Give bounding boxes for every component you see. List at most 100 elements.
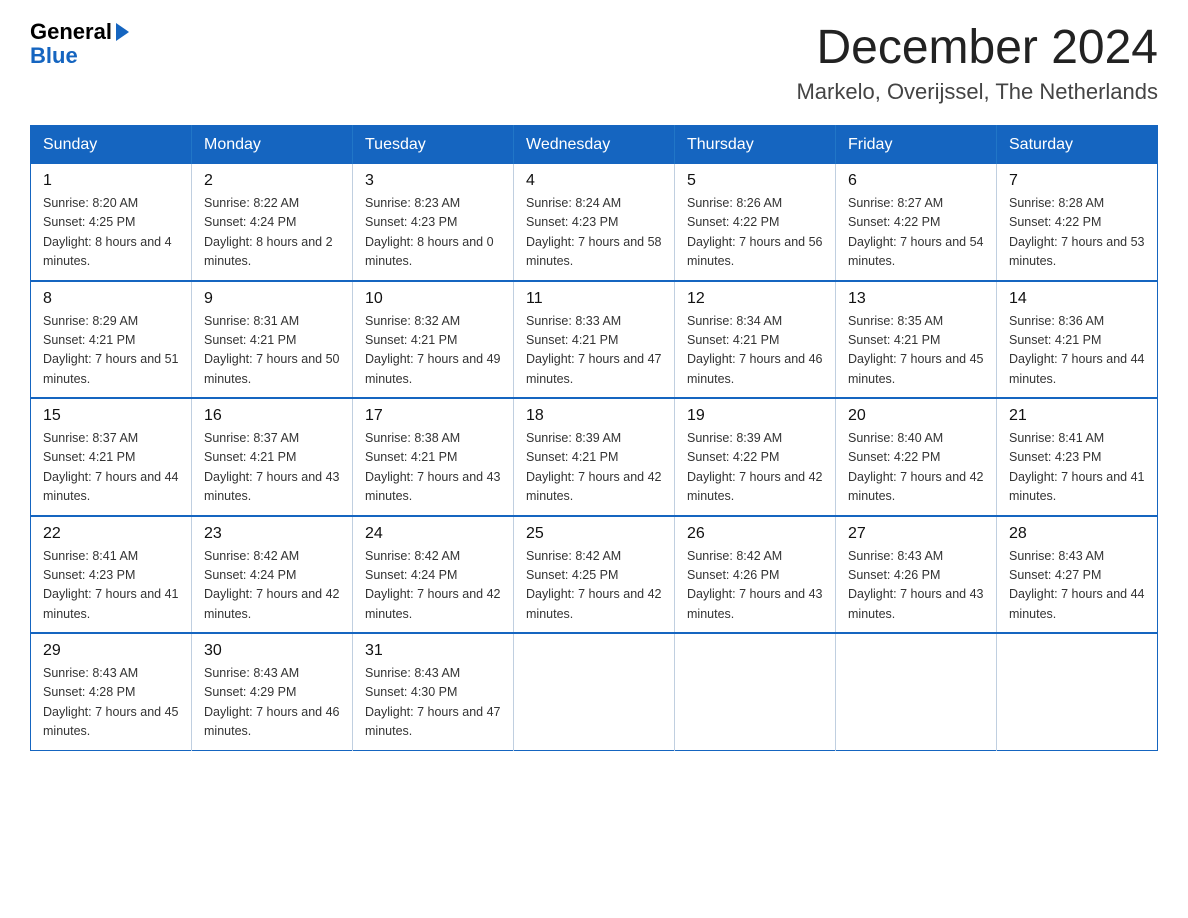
logo: General Blue xyxy=(30,20,129,68)
month-title: December 2024 xyxy=(796,20,1158,75)
day-number: 17 xyxy=(365,407,501,425)
day-info: Sunrise: 8:37 AMSunset: 4:21 PMDaylight:… xyxy=(43,429,179,507)
header-saturday: Saturday xyxy=(997,126,1158,165)
calendar-cell: 4 Sunrise: 8:24 AMSunset: 4:23 PMDayligh… xyxy=(514,164,675,281)
day-info: Sunrise: 8:23 AMSunset: 4:23 PMDaylight:… xyxy=(365,194,501,272)
day-info: Sunrise: 8:32 AMSunset: 4:21 PMDaylight:… xyxy=(365,312,501,390)
day-info: Sunrise: 8:33 AMSunset: 4:21 PMDaylight:… xyxy=(526,312,662,390)
day-info: Sunrise: 8:39 AMSunset: 4:22 PMDaylight:… xyxy=(687,429,823,507)
day-info: Sunrise: 8:43 AMSunset: 4:26 PMDaylight:… xyxy=(848,547,984,625)
day-number: 8 xyxy=(43,290,179,308)
logo-arrow-icon xyxy=(116,23,129,41)
calendar-cell: 20 Sunrise: 8:40 AMSunset: 4:22 PMDaylig… xyxy=(836,398,997,516)
header-wednesday: Wednesday xyxy=(514,126,675,165)
calendar-cell: 31 Sunrise: 8:43 AMSunset: 4:30 PMDaylig… xyxy=(353,633,514,750)
day-info: Sunrise: 8:42 AMSunset: 4:24 PMDaylight:… xyxy=(365,547,501,625)
day-info: Sunrise: 8:43 AMSunset: 4:30 PMDaylight:… xyxy=(365,664,501,742)
day-number: 3 xyxy=(365,172,501,190)
day-number: 16 xyxy=(204,407,340,425)
calendar-week-3: 15 Sunrise: 8:37 AMSunset: 4:21 PMDaylig… xyxy=(31,398,1158,516)
day-number: 23 xyxy=(204,525,340,543)
calendar-header-row: Sunday Monday Tuesday Wednesday Thursday… xyxy=(31,126,1158,165)
calendar-cell xyxy=(836,633,997,750)
day-number: 1 xyxy=(43,172,179,190)
calendar-cell: 7 Sunrise: 8:28 AMSunset: 4:22 PMDayligh… xyxy=(997,164,1158,281)
day-number: 27 xyxy=(848,525,984,543)
header-thursday: Thursday xyxy=(675,126,836,165)
calendar-cell: 13 Sunrise: 8:35 AMSunset: 4:21 PMDaylig… xyxy=(836,281,997,399)
day-number: 14 xyxy=(1009,290,1145,308)
title-area: December 2024 Markelo, Overijssel, The N… xyxy=(796,20,1158,105)
header-sunday: Sunday xyxy=(31,126,192,165)
day-info: Sunrise: 8:43 AMSunset: 4:27 PMDaylight:… xyxy=(1009,547,1145,625)
calendar-cell: 1 Sunrise: 8:20 AMSunset: 4:25 PMDayligh… xyxy=(31,164,192,281)
day-info: Sunrise: 8:24 AMSunset: 4:23 PMDaylight:… xyxy=(526,194,662,272)
day-info: Sunrise: 8:42 AMSunset: 4:26 PMDaylight:… xyxy=(687,547,823,625)
day-number: 20 xyxy=(848,407,984,425)
day-info: Sunrise: 8:22 AMSunset: 4:24 PMDaylight:… xyxy=(204,194,340,272)
day-number: 10 xyxy=(365,290,501,308)
day-number: 28 xyxy=(1009,525,1145,543)
calendar-cell: 11 Sunrise: 8:33 AMSunset: 4:21 PMDaylig… xyxy=(514,281,675,399)
header-friday: Friday xyxy=(836,126,997,165)
day-info: Sunrise: 8:28 AMSunset: 4:22 PMDaylight:… xyxy=(1009,194,1145,272)
calendar-cell: 19 Sunrise: 8:39 AMSunset: 4:22 PMDaylig… xyxy=(675,398,836,516)
calendar-cell: 9 Sunrise: 8:31 AMSunset: 4:21 PMDayligh… xyxy=(192,281,353,399)
day-info: Sunrise: 8:39 AMSunset: 4:21 PMDaylight:… xyxy=(526,429,662,507)
calendar-cell: 5 Sunrise: 8:26 AMSunset: 4:22 PMDayligh… xyxy=(675,164,836,281)
day-number: 5 xyxy=(687,172,823,190)
day-number: 7 xyxy=(1009,172,1145,190)
day-info: Sunrise: 8:41 AMSunset: 4:23 PMDaylight:… xyxy=(1009,429,1145,507)
day-info: Sunrise: 8:43 AMSunset: 4:29 PMDaylight:… xyxy=(204,664,340,742)
day-number: 12 xyxy=(687,290,823,308)
calendar-cell: 17 Sunrise: 8:38 AMSunset: 4:21 PMDaylig… xyxy=(353,398,514,516)
day-number: 9 xyxy=(204,290,340,308)
day-number: 6 xyxy=(848,172,984,190)
day-info: Sunrise: 8:41 AMSunset: 4:23 PMDaylight:… xyxy=(43,547,179,625)
calendar-cell: 6 Sunrise: 8:27 AMSunset: 4:22 PMDayligh… xyxy=(836,164,997,281)
day-info: Sunrise: 8:29 AMSunset: 4:21 PMDaylight:… xyxy=(43,312,179,390)
calendar-week-4: 22 Sunrise: 8:41 AMSunset: 4:23 PMDaylig… xyxy=(31,516,1158,634)
calendar-cell: 23 Sunrise: 8:42 AMSunset: 4:24 PMDaylig… xyxy=(192,516,353,634)
logo-blue: Blue xyxy=(30,44,129,68)
calendar-cell: 25 Sunrise: 8:42 AMSunset: 4:25 PMDaylig… xyxy=(514,516,675,634)
calendar-cell: 3 Sunrise: 8:23 AMSunset: 4:23 PMDayligh… xyxy=(353,164,514,281)
day-number: 29 xyxy=(43,642,179,660)
calendar-week-5: 29 Sunrise: 8:43 AMSunset: 4:28 PMDaylig… xyxy=(31,633,1158,750)
calendar-cell: 12 Sunrise: 8:34 AMSunset: 4:21 PMDaylig… xyxy=(675,281,836,399)
day-info: Sunrise: 8:38 AMSunset: 4:21 PMDaylight:… xyxy=(365,429,501,507)
calendar-cell: 24 Sunrise: 8:42 AMSunset: 4:24 PMDaylig… xyxy=(353,516,514,634)
calendar-cell: 18 Sunrise: 8:39 AMSunset: 4:21 PMDaylig… xyxy=(514,398,675,516)
calendar-cell: 2 Sunrise: 8:22 AMSunset: 4:24 PMDayligh… xyxy=(192,164,353,281)
calendar-cell xyxy=(675,633,836,750)
day-info: Sunrise: 8:27 AMSunset: 4:22 PMDaylight:… xyxy=(848,194,984,272)
calendar-cell: 27 Sunrise: 8:43 AMSunset: 4:26 PMDaylig… xyxy=(836,516,997,634)
day-info: Sunrise: 8:37 AMSunset: 4:21 PMDaylight:… xyxy=(204,429,340,507)
day-info: Sunrise: 8:42 AMSunset: 4:24 PMDaylight:… xyxy=(204,547,340,625)
day-info: Sunrise: 8:26 AMSunset: 4:22 PMDaylight:… xyxy=(687,194,823,272)
day-number: 25 xyxy=(526,525,662,543)
calendar-cell: 22 Sunrise: 8:41 AMSunset: 4:23 PMDaylig… xyxy=(31,516,192,634)
day-number: 4 xyxy=(526,172,662,190)
logo-general: General xyxy=(30,20,112,44)
day-info: Sunrise: 8:20 AMSunset: 4:25 PMDaylight:… xyxy=(43,194,179,272)
day-number: 11 xyxy=(526,290,662,308)
day-info: Sunrise: 8:34 AMSunset: 4:21 PMDaylight:… xyxy=(687,312,823,390)
day-number: 13 xyxy=(848,290,984,308)
day-info: Sunrise: 8:36 AMSunset: 4:21 PMDaylight:… xyxy=(1009,312,1145,390)
day-number: 24 xyxy=(365,525,501,543)
day-info: Sunrise: 8:31 AMSunset: 4:21 PMDaylight:… xyxy=(204,312,340,390)
calendar-cell: 28 Sunrise: 8:43 AMSunset: 4:27 PMDaylig… xyxy=(997,516,1158,634)
day-info: Sunrise: 8:42 AMSunset: 4:25 PMDaylight:… xyxy=(526,547,662,625)
header: General Blue December 2024 Markelo, Over… xyxy=(30,20,1158,105)
calendar-cell: 10 Sunrise: 8:32 AMSunset: 4:21 PMDaylig… xyxy=(353,281,514,399)
calendar-cell: 21 Sunrise: 8:41 AMSunset: 4:23 PMDaylig… xyxy=(997,398,1158,516)
calendar-cell: 14 Sunrise: 8:36 AMSunset: 4:21 PMDaylig… xyxy=(997,281,1158,399)
calendar-cell: 15 Sunrise: 8:37 AMSunset: 4:21 PMDaylig… xyxy=(31,398,192,516)
header-tuesday: Tuesday xyxy=(353,126,514,165)
calendar-cell: 30 Sunrise: 8:43 AMSunset: 4:29 PMDaylig… xyxy=(192,633,353,750)
calendar-cell: 8 Sunrise: 8:29 AMSunset: 4:21 PMDayligh… xyxy=(31,281,192,399)
day-number: 21 xyxy=(1009,407,1145,425)
day-number: 18 xyxy=(526,407,662,425)
calendar-week-2: 8 Sunrise: 8:29 AMSunset: 4:21 PMDayligh… xyxy=(31,281,1158,399)
